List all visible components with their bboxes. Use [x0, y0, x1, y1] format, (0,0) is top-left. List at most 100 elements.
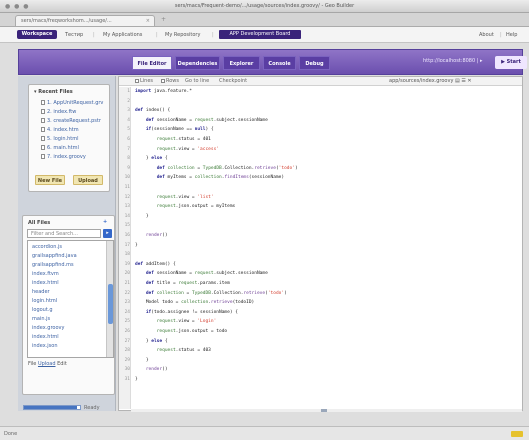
file-list-item[interactable]: index.ftvm [32, 270, 59, 278]
sidebar-progress-label: Ready [84, 405, 100, 411]
footer-file[interactable]: File [28, 361, 36, 367]
toolbar-checkpoint[interactable]: Checkpoint [219, 78, 247, 84]
file-list[interactable]: accordion.js grailsappfind.java grailsap… [27, 240, 114, 358]
scrollbar-thumb[interactable] [321, 409, 327, 412]
nav-link-help[interactable]: Help [506, 32, 517, 38]
code-line[interactable]: def sessionName = request.subject.sessio… [135, 271, 268, 277]
nav-link-app-development[interactable]: APP Development Board [219, 30, 301, 39]
file-list-item[interactable]: index.groovy [32, 324, 64, 332]
code-line[interactable]: request.view = 'list' [135, 195, 214, 201]
browser-tab[interactable]: sers/macs/freqworkshom.../usage/... × [15, 15, 155, 26]
code-editor: Lines Rows Go to line Checkpoint app/sou… [118, 76, 523, 412]
file-list-item[interactable]: grailsappfind.java [32, 252, 77, 260]
file-list-scrollbar[interactable] [106, 241, 113, 357]
status-text: Done [4, 431, 18, 437]
code-line[interactable]: render() [135, 367, 168, 373]
nav-link-about[interactable]: About [479, 32, 494, 38]
all-files-title: All Files [28, 220, 51, 226]
file-list-item[interactable]: index.json [32, 342, 58, 350]
add-icon[interactable]: + [103, 219, 107, 225]
app-logo[interactable]: Workspace [17, 30, 57, 39]
code-line[interactable]: } [135, 377, 138, 383]
all-files-footer: File Upload Edit [28, 361, 67, 367]
recent-file-item[interactable]: 5. login.html [41, 136, 79, 143]
recent-file-item[interactable]: 3. createRequest.pstr [41, 118, 101, 125]
file-list-item[interactable]: accordion.js [32, 243, 62, 251]
editor-horizontal-scrollbar[interactable] [131, 409, 522, 412]
recent-file-item[interactable]: 2. index.ftw [41, 109, 76, 116]
file-list-item[interactable]: header [32, 288, 50, 296]
line-number: 28 [124, 348, 130, 354]
close-icon[interactable]: × [146, 18, 150, 24]
recent-file-item[interactable]: 7. index.groovy [41, 154, 86, 161]
browser-tab-strip: sers/macs/freqworkshom.../usage/... × + [0, 13, 529, 27]
code-line[interactable]: } else { [135, 339, 168, 345]
file-list-item[interactable]: index.html [32, 279, 59, 287]
code-line[interactable]: def collection = TypedDB.Collection.retr… [135, 291, 287, 297]
start-button[interactable]: ▶ Start [495, 56, 527, 69]
new-tab-icon[interactable]: + [161, 16, 166, 23]
recent-files-title[interactable]: ▾ Recent Files [34, 89, 73, 95]
file-list-item[interactable]: main.js [32, 315, 50, 323]
code-line[interactable]: } [135, 358, 149, 364]
nav-link-my-applications[interactable]: My Applications [103, 32, 142, 38]
code-line[interactable]: import java.feature.* [135, 89, 192, 95]
code-line[interactable]: request.view = 'access' [135, 147, 219, 153]
code-line[interactable]: } else { [135, 156, 168, 162]
file-list-item[interactable]: login.html [32, 297, 57, 305]
tab-explorer[interactable]: Explorer [223, 56, 260, 70]
tab-dependencies[interactable]: Dependencies [175, 56, 220, 70]
tab-console[interactable]: Console [263, 56, 296, 70]
code-line[interactable]: request.view = 'Login' [135, 319, 217, 325]
code-line[interactable]: def collection = TypedDB.Collection.retr… [135, 166, 298, 172]
recent-file-item[interactable]: 4. index.htm [41, 127, 79, 134]
recent-file-item[interactable]: 6. main.html [41, 145, 79, 152]
code-line[interactable]: if(todo.assignee != sessionName) { [135, 310, 238, 316]
code-line[interactable]: request.json.output = todo [135, 329, 227, 335]
code-line[interactable]: def myItems = collection.findItems(sessi… [135, 175, 284, 181]
filter-button[interactable]: ▸ [103, 229, 112, 238]
toolbar-rows[interactable]: Rows [161, 78, 179, 84]
recent-file-item[interactable]: 1. AppUnitRequest.grv [41, 100, 103, 107]
code-line[interactable]: } [135, 243, 138, 249]
toolbar-goto-line[interactable]: Go to line [185, 78, 209, 84]
file-list-item[interactable]: index.html [32, 333, 59, 341]
file-icon [41, 118, 45, 123]
checkbox-icon [161, 79, 165, 83]
tab-file-editor[interactable]: File Editor [132, 56, 172, 70]
line-number: 8 [127, 156, 130, 162]
line-number: 31 [124, 377, 130, 382]
code-line[interactable]: } [135, 214, 149, 220]
editor-file-path: app/sources/index.groovy ▤ ☰ ✕ [389, 78, 472, 84]
tab-debug[interactable]: Debug [299, 56, 330, 70]
nav-link-my-repository[interactable]: My Repository [165, 32, 200, 38]
code-line[interactable]: Model todo = collection.retrieve(todoID) [135, 300, 254, 306]
file-icon [41, 136, 45, 141]
file-icon [41, 127, 45, 132]
browser-tab-label: sers/macs/freqworkshom.../usage/... [21, 18, 112, 24]
nav-link-test[interactable]: Тестир [65, 32, 83, 38]
file-icon [41, 145, 45, 150]
footer-edit[interactable]: Edit [57, 361, 67, 367]
file-list-item[interactable]: grailsappfind.ms [32, 261, 74, 269]
code-line[interactable]: request.status = 401 [135, 137, 211, 143]
filter-input[interactable]: Filter and Search... [27, 229, 101, 238]
code-line[interactable]: def addItem() { [135, 262, 176, 268]
server-url[interactable]: http://localhost:8080 | ▸ [423, 58, 483, 64]
nav-separator: | [93, 32, 95, 38]
code-line[interactable]: def sessionName = request.subject.sessio… [135, 118, 268, 124]
code-line[interactable]: if(sessionName == null) { [135, 127, 214, 133]
code-line[interactable]: def index() { [135, 108, 170, 114]
toolbar-lines[interactable]: Lines [135, 78, 153, 84]
upload-button[interactable]: Upload [73, 175, 103, 185]
code-line[interactable]: render() [135, 233, 168, 239]
file-list-item[interactable]: logout.g [32, 306, 53, 314]
footer-upload-link[interactable]: Upload [38, 361, 56, 367]
code-line[interactable]: request.status = 403 [135, 348, 211, 354]
line-number: 21 [124, 281, 130, 286]
status-indicator-icon [511, 431, 523, 437]
new-file-button[interactable]: New File [35, 175, 65, 185]
scrollbar-thumb[interactable] [108, 284, 113, 324]
code-line[interactable]: request.json.output = myItems [135, 204, 236, 210]
code-line[interactable]: def title = request.params.item [135, 281, 230, 287]
